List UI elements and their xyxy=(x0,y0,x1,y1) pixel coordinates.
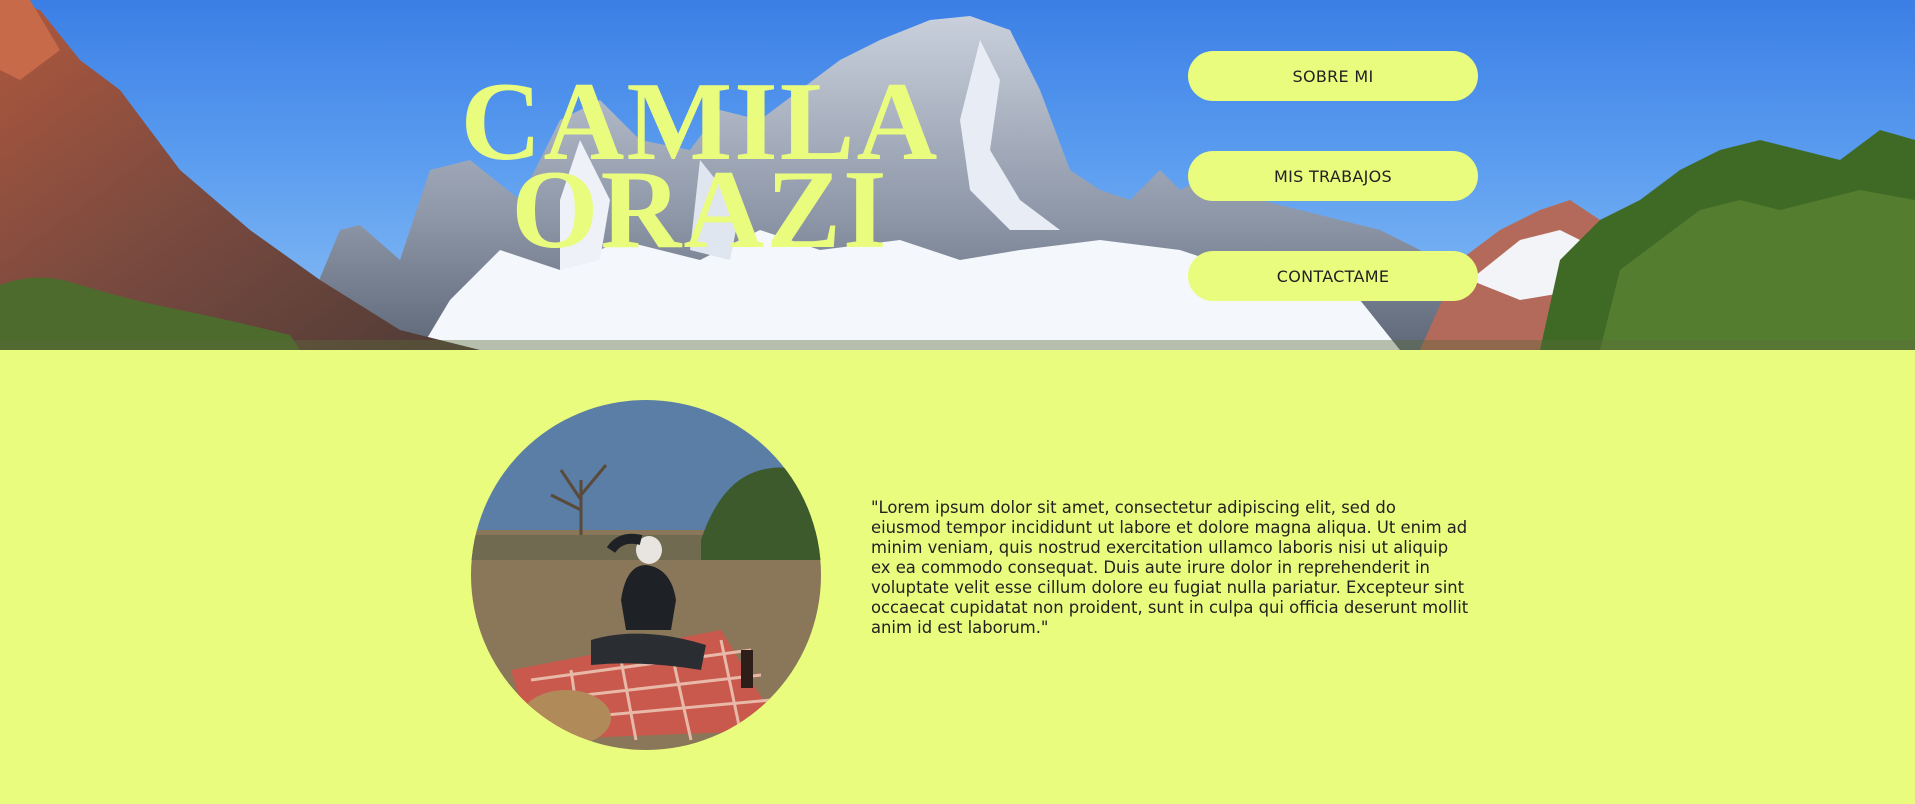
nav-button-contactame[interactable]: CONTACTAME xyxy=(1188,251,1478,301)
profile-photo xyxy=(471,400,821,750)
about-quote: "Lorem ipsum dolor sit amet, consectetur… xyxy=(871,498,1469,637)
page-title: CAMILA ORAZI xyxy=(400,66,1000,266)
nav-button-sobre-mi[interactable]: SOBRE MI xyxy=(1188,51,1478,101)
hero-banner: CAMILA ORAZI SOBRE MI MIS TRABAJOS CONTA… xyxy=(0,0,1915,350)
nav-button-mis-trabajos[interactable]: MIS TRABAJOS xyxy=(1188,151,1478,201)
